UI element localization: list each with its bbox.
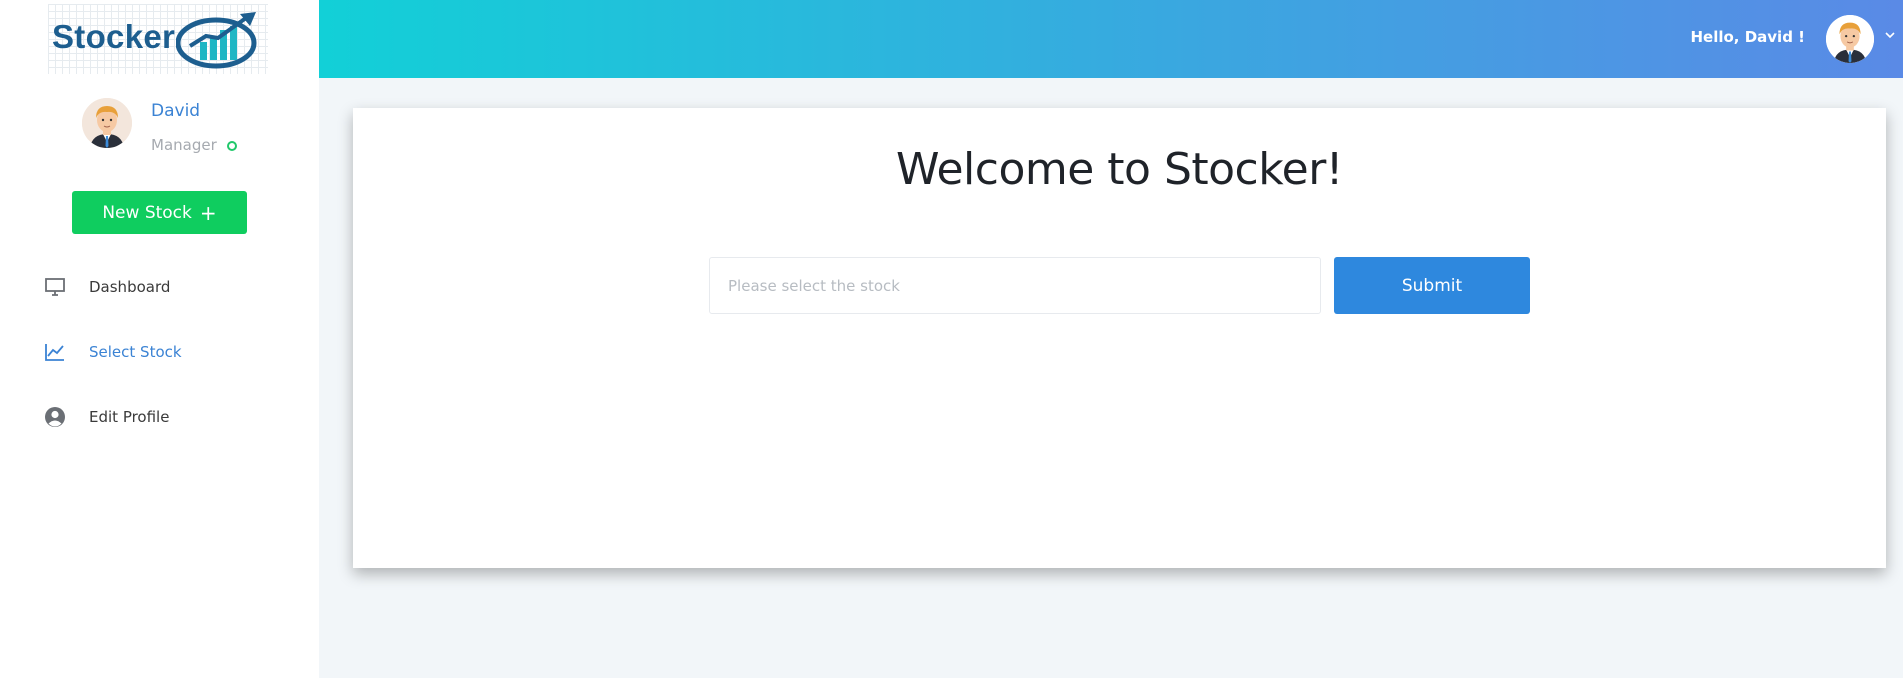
- new-stock-label: New Stock: [102, 202, 192, 223]
- nav-item-edit-profile[interactable]: Edit Profile: [44, 402, 294, 432]
- chevron-down-icon[interactable]: [1885, 28, 1895, 43]
- top-header: Hello, David !: [319, 0, 1903, 78]
- nav-item-dashboard[interactable]: Dashboard: [44, 272, 294, 302]
- sidebar: Stocker David Manager New Stock + Dashbo…: [0, 0, 319, 678]
- nav-item-label: Edit Profile: [89, 408, 170, 426]
- nav-item-label: Select Stock: [89, 343, 182, 361]
- page-title: Welcome to Stocker!: [896, 144, 1343, 195]
- greeting-text: Hello, David !: [1690, 28, 1805, 46]
- profile-name[interactable]: David: [151, 101, 200, 121]
- monitor-icon: [44, 276, 66, 298]
- online-status-icon: [227, 141, 237, 151]
- stocker-logo[interactable]: Stocker: [48, 4, 268, 74]
- nav-item-label: Dashboard: [89, 278, 171, 296]
- user-circle-icon: [44, 406, 66, 428]
- header-avatar[interactable]: [1826, 15, 1874, 63]
- stock-select-input[interactable]: [709, 257, 1321, 314]
- profile-role: Manager: [151, 136, 217, 154]
- profile-avatar: [82, 98, 132, 148]
- logo-text: Stocker: [52, 18, 176, 55]
- main-card: Welcome to Stocker! Submit: [353, 108, 1886, 568]
- logo-chart-icon: [176, 12, 257, 69]
- line-chart-icon: [44, 341, 66, 363]
- new-stock-button[interactable]: New Stock +: [72, 191, 247, 234]
- plus-icon: +: [199, 200, 217, 225]
- nav-item-select-stock[interactable]: Select Stock: [44, 337, 294, 367]
- submit-button[interactable]: Submit: [1334, 257, 1530, 314]
